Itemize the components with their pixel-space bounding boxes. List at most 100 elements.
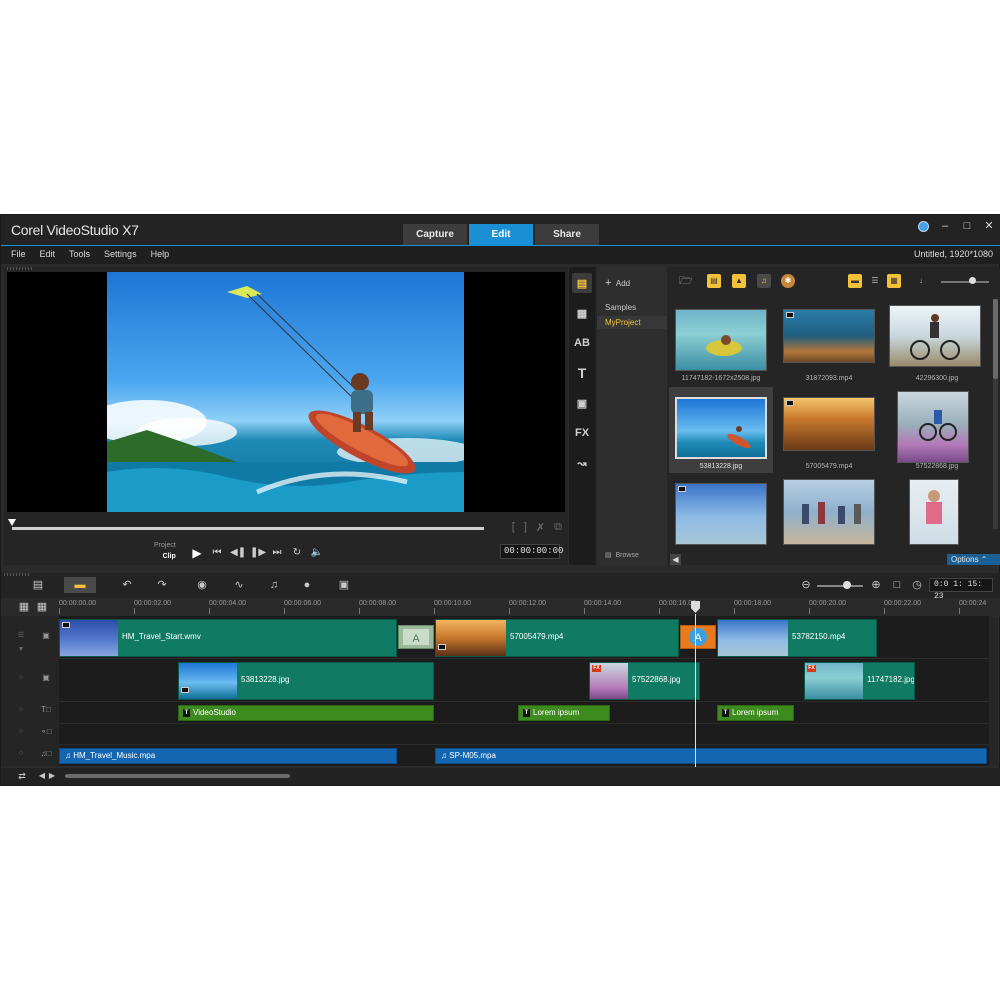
- menu-tools[interactable]: Tools: [69, 249, 90, 259]
- path-icon[interactable]: ↝: [572, 453, 592, 473]
- menu-edit[interactable]: Edit: [40, 249, 56, 259]
- video-clip[interactable]: 53782150.mp4: [717, 619, 877, 657]
- home-icon[interactable]: ⏮: [210, 546, 224, 560]
- lock-track-icon[interactable]: ○: [15, 704, 27, 716]
- playhead-line[interactable]: [695, 614, 696, 767]
- auto-music-icon[interactable]: ♫: [265, 577, 283, 593]
- volume-icon[interactable]: 🔈: [310, 546, 324, 560]
- title-clip[interactable]: T Lorem ipsum: [518, 705, 610, 721]
- online-icon[interactable]: ✱: [781, 274, 795, 288]
- overlay-clip[interactable]: 53813228.jpg: [178, 662, 434, 700]
- show-audio-icon[interactable]: ♫: [757, 274, 771, 288]
- track-manager-icon[interactable]: ▦: [15, 599, 33, 615]
- music-track-icon[interactable]: ♫□: [38, 748, 54, 760]
- mode-clip[interactable]: Clip: [154, 551, 176, 562]
- menu-file[interactable]: File: [11, 249, 26, 259]
- title-track-icon[interactable]: T□: [38, 704, 54, 716]
- split-clip-icon[interactable]: ✗: [536, 521, 545, 534]
- voice-track-icon[interactable]: ⚬□: [38, 726, 54, 738]
- timeline-horizontal-scrollbar[interactable]: [65, 774, 290, 778]
- library-item[interactable]: [885, 473, 989, 559]
- expand-track-icon[interactable]: ▼: [15, 644, 27, 656]
- lock-track-icon[interactable]: ○: [15, 726, 27, 738]
- timeline-zoom-slider[interactable]: [817, 585, 863, 587]
- scrubber-handle[interactable]: [8, 519, 16, 526]
- zoom-in-icon[interactable]: ⊕: [867, 577, 885, 593]
- timeline-view-icon[interactable]: ▬: [64, 577, 96, 593]
- repeat-icon[interactable]: ↻: [290, 546, 304, 560]
- end-icon[interactable]: ⏭: [270, 546, 284, 560]
- list-view-icon[interactable]: ☰: [868, 274, 882, 288]
- panel-grip[interactable]: [4, 573, 30, 576]
- scroll-control-icon[interactable]: ⇄: [13, 768, 31, 784]
- redo-icon[interactable]: ↷: [153, 577, 171, 593]
- media-icon[interactable]: ▤: [572, 273, 592, 293]
- lock-track-icon[interactable]: ○: [15, 672, 27, 684]
- storyboard-view-icon[interactable]: ▤: [28, 577, 48, 593]
- chapter-icon[interactable]: ▦: [33, 599, 51, 615]
- title-clip[interactable]: T Lorem ipsum: [717, 705, 794, 721]
- mark-in-icon[interactable]: [: [512, 521, 515, 534]
- library-item[interactable]: 31872093.mp4: [777, 301, 881, 387]
- timeline-timecode[interactable]: 0:0 1: 15: 23: [929, 578, 993, 601]
- preview-scrubber[interactable]: [12, 527, 484, 530]
- music-clip[interactable]: ♫ HM_Travel_Music.mpa: [59, 748, 397, 764]
- play-icon[interactable]: ▶: [190, 546, 204, 560]
- panel-grip[interactable]: [7, 267, 33, 270]
- motion-tracking-icon[interactable]: ●: [298, 577, 316, 593]
- library-item[interactable]: 57005479.mp4: [777, 387, 881, 473]
- show-videos-icon[interactable]: ▤: [707, 274, 721, 288]
- undo-icon[interactable]: ↶: [118, 577, 136, 593]
- grid-view-icon[interactable]: ▦: [887, 274, 901, 288]
- mode-project[interactable]: Project: [154, 540, 176, 551]
- folder-myproject[interactable]: MyProject: [597, 316, 667, 329]
- thumbnail-view-icon[interactable]: ▬: [848, 274, 862, 288]
- overlay-clip[interactable]: FX 57522868.jpg: [589, 662, 700, 700]
- folder-icon[interactable]: 🗁: [679, 274, 693, 288]
- overlay-clip[interactable]: FX 11747182.jpg: [804, 662, 915, 700]
- overlay-track-icon[interactable]: ▣: [38, 672, 54, 684]
- options-button[interactable]: Options ⌃: [947, 554, 1000, 565]
- tab-capture[interactable]: Capture: [403, 224, 467, 245]
- scroll-right-icon[interactable]: ▶: [43, 768, 61, 784]
- library-item[interactable]: 57522868.jpg: [885, 387, 989, 473]
- music-clip[interactable]: ♫ SP-M05.mpa: [435, 748, 987, 764]
- record-capture-icon[interactable]: ◉: [193, 577, 211, 593]
- show-photos-icon[interactable]: ▲: [732, 274, 746, 288]
- tab-edit[interactable]: Edit: [469, 224, 533, 245]
- maximize-icon[interactable]: □: [961, 220, 973, 232]
- transition-icon[interactable]: AB: [572, 333, 592, 353]
- sort-icon[interactable]: ↓: [914, 274, 928, 288]
- lock-track-icon[interactable]: ○: [15, 748, 27, 760]
- video-clip[interactable]: HM_Travel_Start.wmv: [59, 619, 397, 657]
- thumbnail-zoom-knob[interactable]: [969, 277, 976, 284]
- timeline-ruler[interactable]: ▦ ▦ 00:00:00.00 00:00:02.00 00:00:04.00 …: [1, 598, 1000, 616]
- browse-button[interactable]: ▤ Browse: [605, 551, 639, 559]
- timeline-vertical-scrollbar[interactable]: [989, 617, 998, 765]
- tab-share[interactable]: Share: [535, 224, 599, 245]
- preview-timecode[interactable]: 00:00:00:00: [500, 544, 563, 559]
- thumbnail-zoom-slider[interactable]: [941, 281, 989, 283]
- collapse-arrow-icon[interactable]: ◀: [670, 554, 681, 565]
- mark-out-icon[interactable]: ]: [524, 521, 527, 534]
- close-icon[interactable]: ✕: [983, 220, 995, 232]
- title-icon[interactable]: T: [572, 363, 592, 383]
- transition-clip[interactable]: A: [398, 625, 434, 649]
- minimize-icon[interactable]: –: [939, 220, 951, 232]
- transition-clip[interactable]: A: [680, 625, 716, 649]
- menu-settings[interactable]: Settings: [104, 249, 137, 259]
- library-item[interactable]: [777, 473, 881, 559]
- preview-mode[interactable]: Project Clip: [154, 540, 176, 562]
- library-scroll-thumb[interactable]: [993, 299, 998, 379]
- folder-samples[interactable]: Samples: [597, 301, 667, 314]
- graphic-icon[interactable]: ▣: [572, 393, 592, 413]
- sound-mixer-icon[interactable]: ∿: [230, 577, 248, 593]
- add-folder-button[interactable]: + Add: [605, 277, 630, 289]
- zoom-out-icon[interactable]: ⊖: [797, 577, 815, 593]
- prev-frame-icon[interactable]: ◀❚: [230, 546, 246, 560]
- library-item[interactable]: [669, 473, 773, 559]
- library-item[interactable]: 42296300.jpg: [885, 301, 989, 387]
- ripple-editing-icon[interactable]: ☰: [15, 630, 27, 642]
- library-item[interactable]: 53813228.jpg: [669, 387, 773, 473]
- help-globe-icon[interactable]: [918, 220, 929, 232]
